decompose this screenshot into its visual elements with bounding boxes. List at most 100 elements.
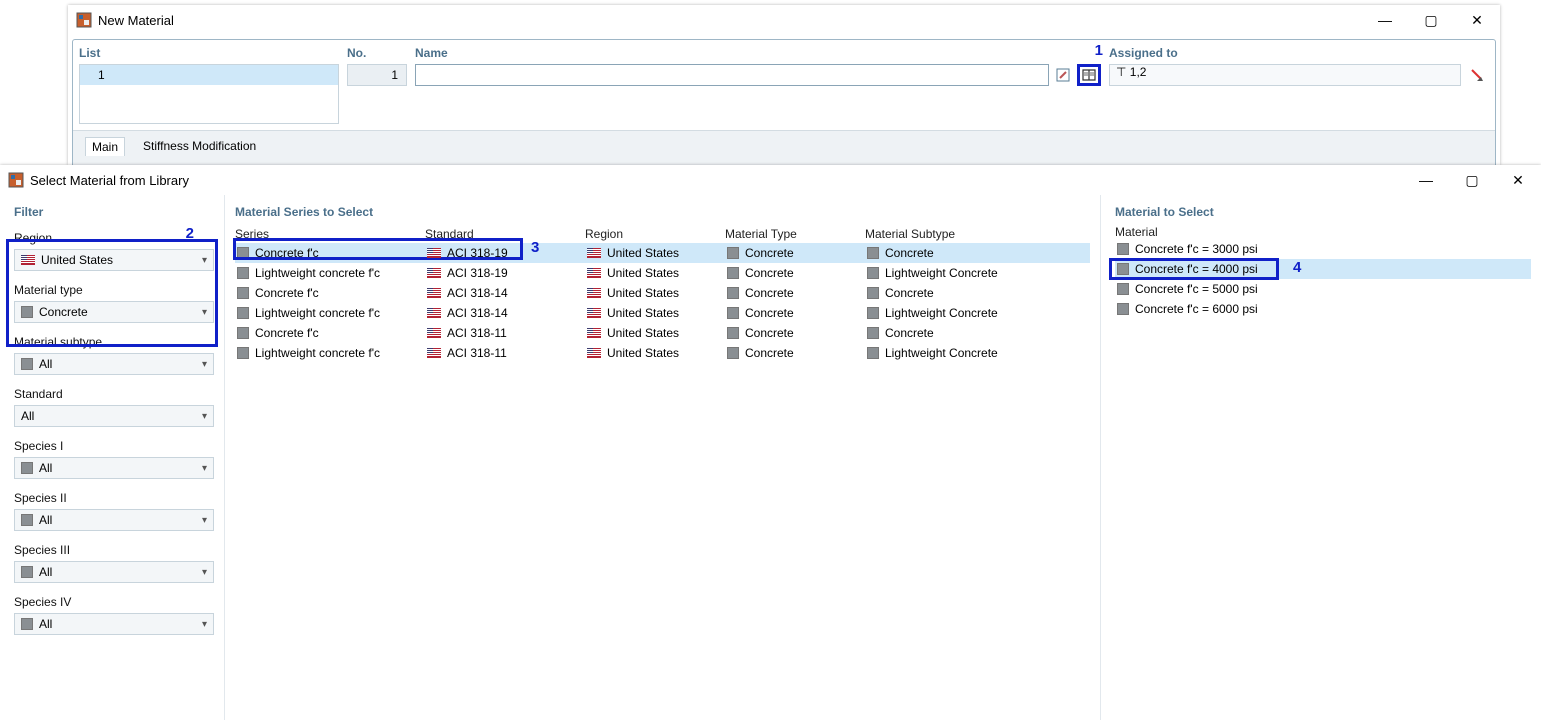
swatch-icon — [237, 287, 249, 299]
col-material-subtype: Material Subtype — [865, 227, 1085, 241]
chevron-down-icon: ▾ — [202, 307, 207, 318]
library-icon[interactable] — [1077, 64, 1101, 86]
material-row[interactable]: Concrete f'c = 6000 psi — [1115, 299, 1531, 319]
material-type-label: Material type — [14, 283, 214, 297]
standard-combo[interactable]: All ▾ — [14, 405, 214, 427]
assigned-label: Assigned to — [1109, 46, 1489, 60]
series-row[interactable]: Lightweight concrete f'c ACI 318-19 Unit… — [235, 263, 1090, 283]
titlebar: New Material — ▢ ✕ — [68, 5, 1500, 35]
flag-icon — [587, 268, 601, 278]
swatch-icon — [21, 306, 33, 318]
swatch-icon — [237, 247, 249, 259]
material-row[interactable]: Concrete f'c = 5000 psi — [1115, 279, 1531, 299]
name-input[interactable] — [415, 64, 1049, 86]
col-standard: Standard — [425, 227, 585, 241]
flag-icon — [587, 248, 601, 258]
series-panel: Material Series to Select Series Standar… — [225, 195, 1101, 720]
swatch-icon — [237, 307, 249, 319]
swatch-icon — [727, 347, 739, 359]
region-combo[interactable]: United States ▾ — [14, 249, 214, 271]
tabs-strip: Main Stiffness Modification — [73, 130, 1495, 162]
swatch-icon — [21, 566, 33, 578]
close-button[interactable]: ✕ — [1495, 165, 1541, 195]
flag-icon — [427, 328, 441, 338]
swatch-icon — [21, 358, 33, 370]
series-name: Concrete f'c — [255, 246, 319, 260]
swatch-icon — [21, 514, 33, 526]
material-subtype-combo[interactable]: All ▾ — [14, 353, 214, 375]
window-title: Select Material from Library — [30, 173, 1403, 188]
flag-icon — [587, 328, 601, 338]
series-subtype: Concrete — [885, 246, 934, 260]
swatch-icon — [237, 267, 249, 279]
app-icon — [76, 12, 92, 28]
filter-panel: Filter 2 Region United States ▾ Material… — [0, 195, 225, 720]
series-grid-header: Series Standard Region Material Type Mat… — [235, 225, 1090, 243]
species2-label: Species II — [14, 491, 214, 505]
series-row[interactable]: Concrete f'c ACI 318-14 United States Co… — [235, 283, 1090, 303]
maximize-button[interactable]: ▢ — [1449, 165, 1495, 195]
chevron-down-icon: ▾ — [202, 255, 207, 266]
edit-icon[interactable] — [1051, 64, 1075, 86]
swatch-icon — [1117, 263, 1129, 275]
name-panel: Name 1 — [415, 46, 1101, 124]
chevron-down-icon: ▾ — [202, 567, 207, 578]
swatch-icon — [237, 347, 249, 359]
flag-icon — [427, 308, 441, 318]
maximize-button[interactable]: ▢ — [1408, 5, 1454, 35]
col-material-type: Material Type — [725, 227, 865, 241]
minimize-button[interactable]: — — [1362, 5, 1408, 35]
swatch-icon — [1117, 303, 1129, 315]
species3-combo[interactable]: All ▾ — [14, 561, 214, 583]
pick-icon[interactable] — [1465, 64, 1489, 86]
swatch-icon — [21, 462, 33, 474]
swatch-icon — [867, 327, 879, 339]
tab-stiffness[interactable]: Stiffness Modification — [137, 137, 262, 156]
chevron-down-icon: ▾ — [202, 463, 207, 474]
col-series: Series — [235, 227, 425, 241]
no-panel: No. 1 — [347, 46, 407, 124]
name-label: Name — [415, 46, 1101, 60]
series-row[interactable]: Concrete f'c ACI 318-19 United States Co… — [235, 243, 1090, 263]
list-item[interactable]: 1 — [80, 65, 338, 85]
swatch-icon — [867, 247, 879, 259]
window-title: New Material — [98, 13, 1362, 28]
species1-label: Species I — [14, 439, 214, 453]
app-icon — [8, 172, 24, 188]
assigned-input[interactable]: ⊤ 1,2 — [1109, 64, 1461, 86]
series-row[interactable]: Lightweight concrete f'c ACI 318-11 Unit… — [235, 343, 1090, 363]
material-subtype-value: All — [39, 357, 52, 371]
species1-combo[interactable]: All ▾ — [14, 457, 214, 479]
species4-combo[interactable]: All ▾ — [14, 613, 214, 635]
chevron-down-icon: ▾ — [202, 515, 207, 526]
list-label: List — [79, 46, 339, 60]
swatch-icon — [867, 347, 879, 359]
tab-main[interactable]: Main — [85, 137, 125, 156]
material-col-header: Material — [1115, 225, 1531, 239]
filter-header: Filter — [14, 205, 214, 219]
new-material-window: New Material — ▢ ✕ List 1 No. 1 Name — [68, 5, 1500, 165]
flag-icon — [427, 348, 441, 358]
species2-combo[interactable]: All ▾ — [14, 509, 214, 531]
series-header: Material Series to Select — [235, 205, 1090, 219]
series-row[interactable]: Lightweight concrete f'c ACI 318-14 Unit… — [235, 303, 1090, 323]
swatch-icon — [727, 327, 739, 339]
series-standard: ACI 318-19 — [447, 246, 508, 260]
swatch-icon — [727, 287, 739, 299]
material-row[interactable]: Concrete f'c = 3000 psi — [1115, 239, 1531, 259]
minimize-button[interactable]: — — [1403, 165, 1449, 195]
swatch-icon — [237, 327, 249, 339]
swatch-icon — [727, 267, 739, 279]
material-type-combo[interactable]: Concrete ▾ — [14, 301, 214, 323]
series-mtype: Concrete — [745, 246, 794, 260]
window-buttons: — ▢ ✕ — [1362, 5, 1500, 35]
material-row[interactable]: Concrete f'c = 4000 psi — [1115, 259, 1531, 279]
flag-icon — [587, 308, 601, 318]
material-panel: Material to Select Material 4 Concrete f… — [1101, 195, 1541, 720]
top-row: List 1 No. 1 Name — [73, 40, 1495, 130]
close-button[interactable]: ✕ — [1454, 5, 1500, 35]
species4-label: Species IV — [14, 595, 214, 609]
series-row[interactable]: Concrete f'c ACI 318-11 United States Co… — [235, 323, 1090, 343]
region-value: United States — [41, 253, 113, 267]
swatch-icon — [1117, 243, 1129, 255]
